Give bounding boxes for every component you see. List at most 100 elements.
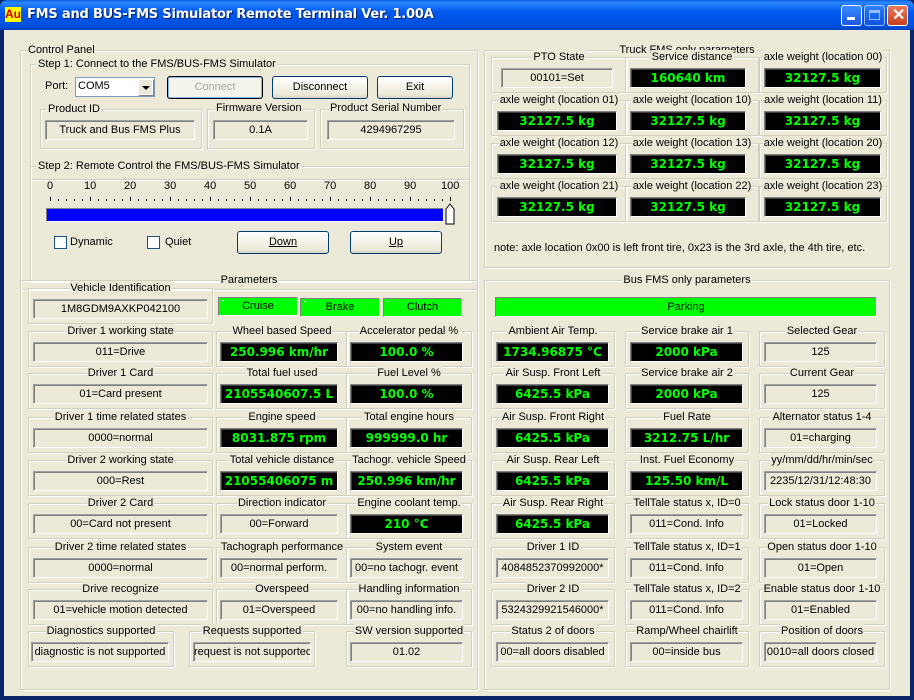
system-event-value: 00=no tachogr. event (350, 558, 463, 578)
handling-label: Handling information (357, 582, 461, 596)
axle-note: note: axle location 0x00 is left front t… (494, 242, 866, 254)
tacho-perf-label: Tachograph performance (219, 540, 345, 554)
scale-tick (170, 197, 171, 201)
driver1-time-states-label: Driver 1 time related states (53, 410, 188, 424)
ambient-temp-value: 1734.96875 °C (496, 342, 609, 362)
open-door-label: Open status door 1-10 (766, 540, 878, 554)
quiet-checkbox[interactable] (147, 236, 160, 249)
speed-slider-thumb[interactable] (445, 203, 455, 225)
axle-weight-6-label: axle weight (location 20) (762, 136, 884, 150)
axle-weight-0-label: axle weight (location 00) (762, 50, 884, 64)
datetime-label: yy/mm/dd/hr/min/sec (770, 453, 874, 467)
susp-rear-right-label: Air Susp. Rear Right (501, 496, 605, 510)
window-title: FMS and BUS-FMS Simulator Remote Termina… (27, 7, 434, 22)
speed-slider-track[interactable] (46, 208, 444, 222)
scale-tick (306, 199, 307, 201)
scale-tick (178, 199, 179, 201)
port-select[interactable]: COM5 (75, 77, 155, 97)
driver1-working-state-value: 011=Drive (33, 342, 208, 362)
susp-front-left-label: Air Susp. Front Left (504, 366, 602, 380)
service-distance-value: 160640 km (630, 68, 746, 88)
axle-weight-2-label: axle weight (location 10) (631, 93, 753, 107)
scale-tick (402, 199, 403, 201)
axle-weight-5-value: 32127.5 kg (630, 154, 746, 174)
firmware-version-label: Firmware Version (216, 102, 302, 114)
scale-label: 100 (441, 180, 460, 192)
scale-tick (106, 199, 107, 201)
selected-gear-value: 125 (764, 342, 877, 362)
serial-number-field: 4294967295 (327, 120, 455, 140)
minimize-button[interactable] (841, 5, 862, 26)
axle-weight-2-value: 32127.5 kg (630, 111, 746, 131)
scale-tick (186, 199, 187, 201)
brake-label: Brake (325, 301, 355, 313)
service-distance-label: Service distance (650, 50, 734, 64)
axle-weight-5-label: axle weight (location 13) (631, 136, 753, 150)
scale-tick (266, 199, 267, 201)
driver1-card-value: 01=Card present (33, 384, 208, 404)
total-fuel-label: Total fuel used (245, 366, 319, 380)
title-bar[interactable]: Au FMS and BUS-FMS Simulator Remote Term… (0, 0, 914, 30)
engine-hours-value: 999999.0 hr (350, 428, 463, 448)
telltale2-value: 011=Cond. Info (630, 600, 743, 620)
brake-air2-label: Service brake air 2 (640, 366, 734, 380)
dynamic-checkbox[interactable] (54, 236, 67, 249)
scale-tick (322, 199, 323, 201)
door-position-value: 0010=all doors closed (764, 642, 877, 662)
connect-button[interactable]: Connect (167, 76, 263, 99)
scale-label: 30 (164, 180, 177, 192)
scale-tick (410, 197, 411, 201)
tacho-perf-value: 00=normal perform. (220, 558, 338, 578)
scale-tick (130, 197, 131, 201)
susp-front-left-value: 6425.5 kPa (496, 384, 609, 404)
exit-button[interactable]: Exit (377, 76, 453, 99)
cruise-indicator: Cruise (218, 297, 298, 316)
scale-tick (82, 199, 83, 201)
driver2-working-state-label: Driver 2 working state (66, 453, 175, 467)
scale-tick (274, 199, 275, 201)
scale-label: 80 (364, 180, 377, 192)
vehicle-id-label: Vehicle Identification (69, 281, 172, 295)
fuel-economy-value: 125.50 km/L (630, 471, 743, 491)
down-button[interactable]: Down (237, 231, 329, 254)
susp-rear-right-value: 6425.5 kPa (496, 514, 609, 534)
direction-value: 00=Forward (220, 514, 338, 534)
handling-value: 00=no handling info. (350, 600, 463, 620)
telltale1-value: 011=Cond. Info (630, 558, 743, 578)
status2-doors-label: Status 2 of doors (510, 624, 596, 638)
driver2-working-state-value: 000=Rest (33, 471, 208, 491)
alternator-value: 01=charging (764, 428, 877, 448)
parking-label: Parking (667, 301, 705, 313)
chevron-down-icon[interactable] (138, 79, 153, 95)
scale-tick (394, 199, 395, 201)
brake-air1-value: 2000 kPa (630, 342, 743, 362)
current-gear-label: Current Gear (788, 366, 856, 380)
scale-tick (162, 199, 163, 201)
axle-weight-4-value: 32127.5 kg (497, 154, 617, 174)
engine-speed-label: Engine speed (247, 410, 317, 424)
axle-weight-6-value: 32127.5 kg (764, 154, 881, 174)
total-distance-value: 21055406075 m (220, 471, 338, 491)
scale-label: 70 (324, 180, 337, 192)
app-icon: Au (5, 7, 21, 22)
datetime-value: 2235/12/31/12:48:30 (764, 471, 877, 491)
scale-tick (98, 199, 99, 201)
scale-tick (386, 199, 387, 201)
up-button[interactable]: Up (350, 231, 442, 254)
port-label: Port: (45, 80, 69, 92)
maximize-button[interactable] (864, 5, 885, 26)
scale-tick (282, 199, 283, 201)
disconnect-button[interactable]: Disconnect (272, 76, 368, 99)
vehicle-id-value: 1M8GDM9AXKP042100 (33, 299, 208, 319)
driver1-id-label: Driver 1 ID (525, 540, 581, 554)
close-icon: ✕ (892, 7, 906, 24)
driver2-time-states-value: 0000=normal (33, 558, 208, 578)
ambient-temp-label: Ambient Air Temp. (507, 324, 599, 338)
parking-indicator: Parking (495, 297, 877, 317)
driver1-id-value: 4084852370992000* (496, 558, 609, 578)
driver1-card-label: Driver 1 Card (86, 366, 155, 380)
close-button[interactable]: ✕ (887, 5, 908, 26)
scale-tick (154, 199, 155, 201)
driver1-time-states-value: 0000=normal (33, 428, 208, 448)
susp-rear-left-value: 6425.5 kPa (496, 471, 609, 491)
